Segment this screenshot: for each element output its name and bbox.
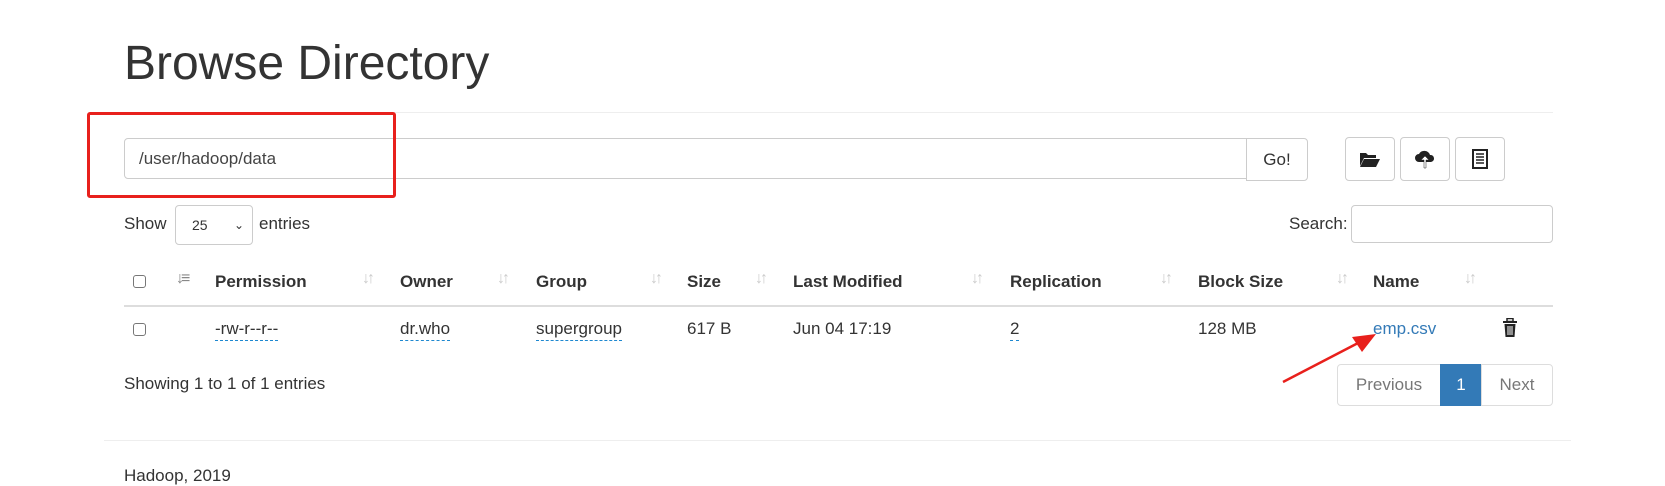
sort-icon[interactable]: ↓↑ — [971, 270, 984, 288]
sort-icon[interactable]: ↓↑ — [1160, 270, 1173, 288]
upload-button[interactable] — [1400, 137, 1450, 181]
chevron-down-icon: ⌄ — [233, 218, 244, 232]
header-block-size[interactable]: Block Size — [1198, 272, 1283, 292]
entries-label: entries — [259, 214, 311, 233]
entries-select-value: 25 — [192, 217, 208, 233]
page-title: Browse Directory — [124, 37, 490, 90]
search-label: Search: — [1289, 214, 1348, 233]
sort-icon[interactable]: ↓↑ — [1336, 270, 1349, 288]
header-last-modified[interactable]: Last Modified — [793, 272, 903, 292]
sort-icon[interactable]: ↓↑ — [755, 270, 768, 288]
entries-select[interactable]: 25 ⌄ — [175, 205, 253, 245]
header-owner[interactable]: Owner — [400, 272, 453, 292]
folder-open-icon — [1360, 153, 1380, 167]
footer-divider — [104, 440, 1571, 441]
replication-cell[interactable]: 2 — [1010, 319, 1020, 341]
show-label: Show — [124, 214, 167, 233]
page-1-button[interactable]: 1 — [1440, 364, 1482, 406]
sort-icon[interactable]: ↓↑ — [1464, 270, 1477, 288]
row-checkbox[interactable] — [133, 323, 146, 336]
previous-page-button[interactable]: Previous — [1337, 364, 1441, 406]
size-cell: 617 B — [687, 319, 732, 338]
header-name[interactable]: Name — [1373, 272, 1419, 292]
owner-cell[interactable]: dr.who — [400, 319, 451, 341]
cloud-upload-icon — [1415, 150, 1435, 169]
group-cell[interactable]: supergroup — [536, 319, 623, 341]
trash-icon[interactable] — [1502, 318, 1518, 338]
next-page-button[interactable]: Next — [1481, 364, 1553, 406]
search-input[interactable] — [1351, 205, 1553, 243]
table-info: Showing 1 to 1 of 1 entries — [124, 374, 326, 393]
create-directory-button[interactable] — [1345, 137, 1395, 181]
header-size[interactable]: Size — [687, 272, 721, 292]
select-all-checkbox[interactable] — [133, 275, 146, 288]
block-size-cell: 128 MB — [1198, 319, 1257, 338]
annotation-highlight-box — [87, 112, 396, 198]
sort-icon[interactable]: ↓↑ — [497, 270, 510, 288]
header-divider — [124, 305, 1553, 307]
sort-icon[interactable]: ↓≡ — [176, 270, 190, 288]
list-alt-icon — [1472, 149, 1488, 169]
file-name-link[interactable]: emp.csv — [1373, 319, 1436, 339]
sort-icon[interactable]: ↓↑ — [362, 270, 375, 288]
go-button[interactable]: Go! — [1246, 138, 1308, 181]
cut-paste-button[interactable] — [1455, 137, 1505, 181]
sort-icon[interactable]: ↓↑ — [650, 270, 663, 288]
footer-text: Hadoop, 2019 — [124, 466, 231, 485]
header-permission[interactable]: Permission — [215, 272, 307, 292]
header-replication[interactable]: Replication — [1010, 272, 1102, 292]
permission-cell[interactable]: -rw-r--r-- — [215, 319, 279, 341]
header-group[interactable]: Group — [536, 272, 587, 292]
last-modified-cell: Jun 04 17:19 — [793, 319, 892, 338]
